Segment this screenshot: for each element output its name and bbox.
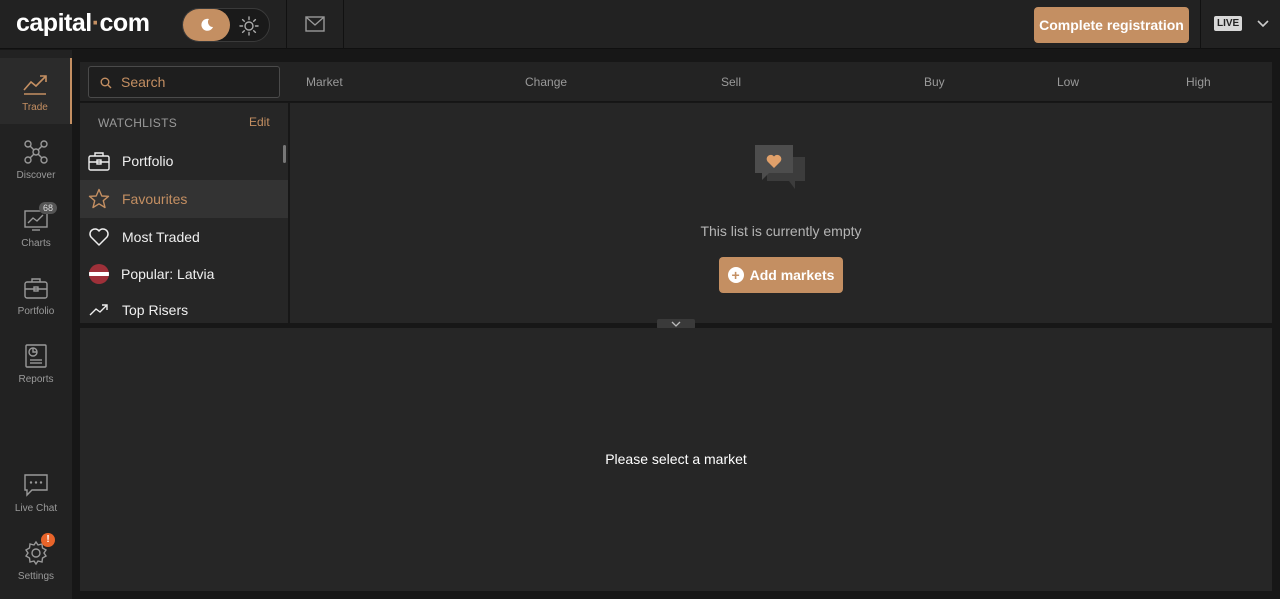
report-icon [25, 343, 47, 368]
theme-toggle[interactable] [182, 8, 270, 42]
sidebar-item-label: Portfolio [17, 305, 55, 317]
sidebar-item-reports[interactable]: Reports [0, 330, 72, 396]
trend-up-icon [89, 304, 108, 316]
watchlist-label: Most Traded [122, 229, 200, 245]
search-icon [100, 77, 112, 89]
account-mode-badge[interactable]: LIVE [1214, 16, 1243, 31]
chat-icon [24, 473, 48, 497]
empty-list-message: This list is currently empty [700, 223, 862, 239]
column-header-high[interactable]: High [1186, 75, 1211, 89]
market-details-panel: Please select a market [80, 328, 1272, 591]
trade-area: Market Change Sell Buy Low High WATCHLIS… [80, 62, 1272, 591]
watchlist-item-favourites[interactable]: Favourites [80, 180, 288, 218]
mail-icon[interactable] [305, 16, 325, 32]
settings-alert-badge: ! [41, 533, 55, 547]
briefcase-icon [24, 277, 48, 299]
watchlist-item-most-traded[interactable]: Most Traded [80, 218, 288, 256]
sidebar-item-label: Settings [17, 570, 55, 582]
search-box[interactable] [88, 66, 280, 98]
watchlist-item-top-risers[interactable]: Top Risers [80, 291, 288, 323]
divider [1200, 0, 1201, 49]
sun-icon[interactable] [239, 16, 259, 36]
sidebar: Trade Discover 68 Charts Portfolio Repor… [0, 50, 72, 599]
sidebar-item-settings[interactable]: ! Settings [0, 527, 72, 593]
watchlist-item-popular-latvia[interactable]: Popular: Latvia [80, 255, 288, 293]
top-bar: capital·com Complete registration LIVE [0, 0, 1280, 49]
watchlist-label: Top Risers [122, 302, 189, 318]
sidebar-item-portfolio[interactable]: Portfolio [0, 262, 72, 328]
heart-icon [89, 228, 109, 246]
network-icon [24, 139, 48, 164]
star-icon [88, 188, 110, 209]
add-markets-label: Add markets [749, 267, 835, 283]
column-header-buy[interactable]: Buy [924, 75, 945, 89]
search-input[interactable] [121, 72, 271, 92]
select-market-message: Please select a market [605, 451, 747, 467]
logo[interactable]: capital·com [16, 9, 150, 38]
latvia-flag-icon [89, 264, 109, 284]
divider [343, 0, 344, 49]
chevron-down-icon [671, 321, 681, 327]
watchlist-markets-panel: This list is currently empty + Add marke… [290, 103, 1272, 323]
sidebar-item-live-chat[interactable]: Live Chat [0, 459, 72, 525]
sidebar-item-label: Charts [21, 237, 51, 249]
sidebar-item-label: Trade [22, 101, 48, 113]
chevron-down-icon[interactable] [1257, 20, 1269, 28]
moon-icon[interactable] [183, 9, 230, 41]
complete-registration-button[interactable]: Complete registration [1034, 7, 1189, 43]
sidebar-item-trade[interactable]: Trade [0, 58, 72, 124]
watchlist-label: Popular: Latvia [121, 266, 215, 282]
watchlist-label: Portfolio [122, 153, 174, 169]
briefcase-icon [88, 152, 110, 171]
column-header-low[interactable]: Low [1057, 75, 1079, 89]
trend-icon [23, 74, 47, 95]
watchlists-panel: WATCHLISTS Edit Portfolio Favourites Mos… [80, 103, 288, 323]
charts-count-badge: 68 [39, 202, 58, 214]
plus-icon: + [727, 267, 744, 283]
watchlist-label: Favourites [122, 191, 188, 207]
sidebar-item-discover[interactable]: Discover [0, 126, 72, 192]
divider [286, 0, 287, 49]
watchlists-heading: WATCHLISTS [98, 116, 178, 130]
edit-watchlists-button[interactable]: Edit [249, 115, 270, 129]
column-header-sell[interactable]: Sell [721, 75, 741, 89]
sidebar-item-charts[interactable]: 68 Charts [0, 194, 72, 260]
sidebar-item-label: Discover [16, 169, 56, 181]
empty-heart-chat-icon [755, 145, 805, 189]
add-markets-button[interactable]: + Add markets [719, 257, 843, 293]
column-header-change[interactable]: Change [525, 75, 567, 89]
sidebar-item-label: Live Chat [14, 502, 58, 514]
sidebar-item-label: Reports [18, 373, 54, 385]
watchlist-item-portfolio[interactable]: Portfolio [80, 142, 288, 180]
column-header-market[interactable]: Market [306, 75, 343, 89]
market-table-header: Market Change Sell Buy Low High [80, 62, 1272, 102]
